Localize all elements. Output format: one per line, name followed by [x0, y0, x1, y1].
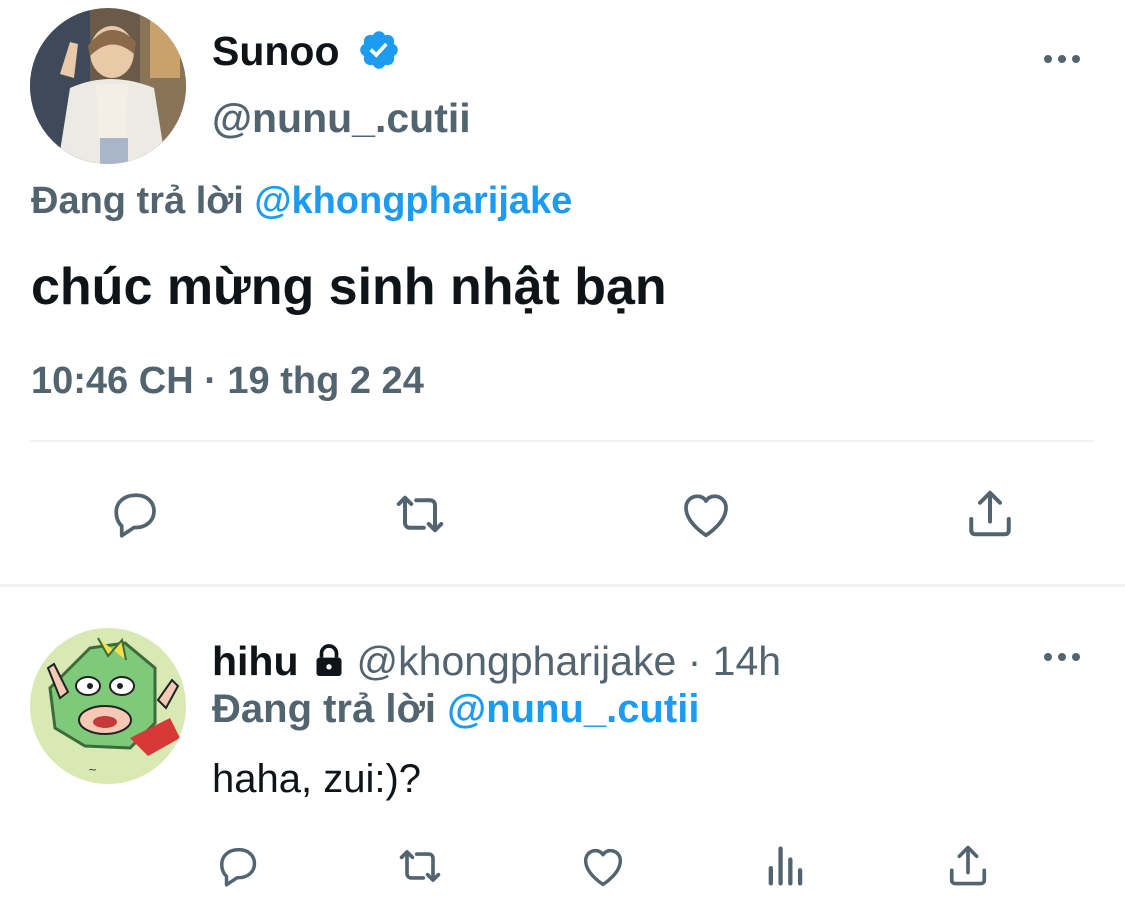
like-icon[interactable]: [676, 484, 736, 544]
reply-icon[interactable]: [105, 484, 165, 544]
replying-prefix: Đang trả lời: [212, 687, 437, 731]
replying-to-link[interactable]: @khongpharijake: [254, 180, 572, 222]
share-icon[interactable]: [942, 840, 994, 892]
divider: [0, 584, 1125, 587]
tweet-text: chúc mừng sinh nhật bạn: [31, 258, 667, 316]
timestamp[interactable]: 10:46 CH · 19 thg 2 24: [31, 357, 424, 405]
avatar[interactable]: ~: [30, 628, 186, 784]
handle[interactable]: @khongpharijake · 14h: [357, 636, 782, 686]
replying-to-line: Đang trả lời @nunu_.cutii: [212, 684, 699, 734]
divider: [30, 440, 1095, 442]
tweet-text: haha, zui:)?: [212, 757, 422, 801]
handle[interactable]: @nunu_.cutii: [212, 93, 471, 143]
like-icon[interactable]: [577, 840, 629, 892]
display-name[interactable]: Sunoo: [212, 26, 340, 76]
avatar[interactable]: [30, 8, 186, 164]
replying-to-link[interactable]: @nunu_.cutii: [447, 687, 699, 731]
share-icon[interactable]: [960, 484, 1020, 544]
more-options-icon[interactable]: [1042, 642, 1082, 672]
replying-prefix: Đang trả lời: [31, 180, 244, 222]
more-options-icon[interactable]: [1042, 44, 1082, 74]
verified-badge-icon: [357, 28, 401, 72]
retweet-icon[interactable]: [394, 840, 446, 892]
display-name[interactable]: hihu: [212, 636, 299, 686]
reply-icon[interactable]: [212, 840, 264, 892]
retweet-icon[interactable]: [390, 484, 450, 544]
analytics-icon[interactable]: [760, 840, 812, 892]
svg-text:~: ~: [88, 763, 97, 776]
lock-icon: [309, 641, 349, 681]
reply-header: hihu @khongpharijake · 14h: [212, 636, 781, 686]
replying-to-line: Đang trả lời @khongpharijake: [31, 177, 572, 225]
